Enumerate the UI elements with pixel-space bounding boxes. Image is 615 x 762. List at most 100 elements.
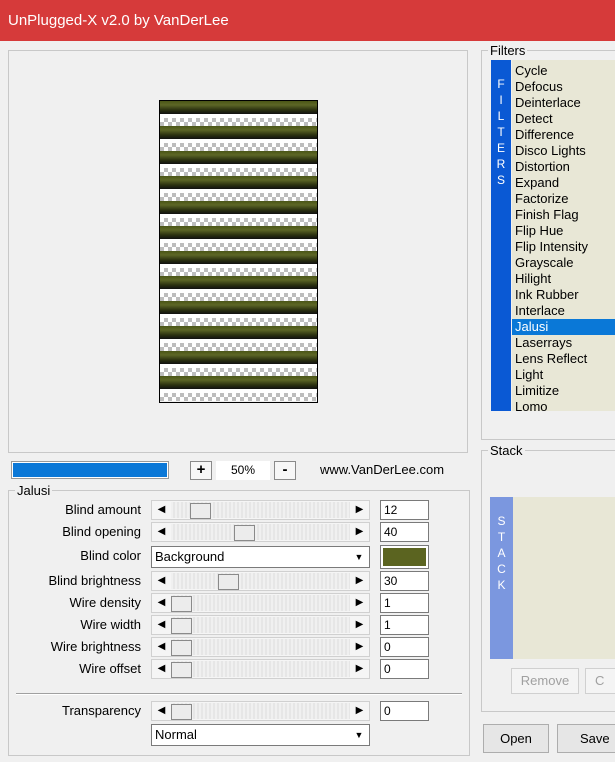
arrow-left-icon[interactable]: ◀: [153, 703, 170, 719]
slider-thumb[interactable]: [171, 662, 192, 678]
zoom-in-button[interactable]: +: [190, 461, 212, 480]
slider-thumb[interactable]: [171, 640, 192, 656]
slider-track[interactable]: [171, 617, 350, 634]
transparency-slider[interactable]: ◀ ▶: [151, 701, 370, 721]
blind-color-swatch[interactable]: [380, 545, 429, 569]
wire-brightness-slider[interactable]: ◀ ▶: [151, 637, 370, 657]
arrow-left-icon[interactable]: ◀: [153, 617, 170, 633]
arrow-right-icon[interactable]: ▶: [351, 661, 368, 677]
slider-thumb[interactable]: [171, 704, 192, 720]
slider-track[interactable]: [171, 703, 350, 720]
remove-button[interactable]: Remove: [511, 668, 579, 694]
filter-item[interactable]: Finish Flag: [512, 207, 615, 223]
filter-item[interactable]: Flip Hue: [512, 223, 615, 239]
blind-amount-input[interactable]: 12: [380, 500, 429, 520]
preview-stripe: [160, 201, 317, 226]
slider-track[interactable]: [171, 661, 350, 678]
filter-item[interactable]: Light: [512, 367, 615, 383]
arrow-left-icon[interactable]: ◀: [153, 502, 170, 518]
filter-item[interactable]: Distortion: [512, 159, 615, 175]
slider-thumb[interactable]: [218, 574, 239, 590]
transparency-input[interactable]: 0: [380, 701, 429, 721]
filter-item[interactable]: Lens Reflect: [512, 351, 615, 367]
slider-track[interactable]: [171, 502, 350, 519]
filter-item[interactable]: Grayscale: [512, 255, 615, 271]
preview-stripe: [160, 126, 317, 151]
blind-color-dropdown[interactable]: Background ▼: [151, 546, 370, 568]
stack-side-letter: T: [497, 530, 506, 544]
arrow-right-icon[interactable]: ▶: [351, 703, 368, 719]
filter-item[interactable]: Lomo: [512, 399, 615, 411]
arrow-left-icon[interactable]: ◀: [153, 595, 170, 611]
filter-item[interactable]: Flip Intensity: [512, 239, 615, 255]
stack-list[interactable]: [513, 497, 615, 659]
preview-stripe: [160, 326, 317, 351]
slider-track[interactable]: [171, 639, 350, 656]
filter-item[interactable]: Detect: [512, 111, 615, 127]
arrow-left-icon[interactable]: ◀: [153, 661, 170, 677]
blind-opening-input[interactable]: 40: [380, 522, 429, 542]
wire-brightness-input[interactable]: 0: [380, 637, 429, 657]
stack-side-letter: A: [497, 546, 506, 560]
save-button[interactable]: Save: [557, 724, 615, 753]
blind-brightness-input[interactable]: 30: [380, 571, 429, 591]
arrow-right-icon[interactable]: ▶: [351, 639, 368, 655]
filter-item[interactable]: Interlace: [512, 303, 615, 319]
slider-thumb[interactable]: [171, 618, 192, 634]
stack-side-letter: S: [497, 514, 506, 528]
website-link[interactable]: www.VanDerLee.com: [320, 462, 444, 477]
wire-offset-label: Wire offset: [79, 661, 141, 676]
arrow-right-icon[interactable]: ▶: [351, 502, 368, 518]
filter-item[interactable]: Jalusi: [512, 319, 615, 335]
filter-item[interactable]: Difference: [512, 127, 615, 143]
window-title: UnPlugged-X v2.0 by VanDerLee: [8, 12, 229, 29]
stack-title: Stack: [488, 443, 525, 458]
filters-list[interactable]: Cycle Defocus Deinterlace Detect Difference D…: [512, 60, 615, 411]
arrow-left-icon[interactable]: ◀: [153, 524, 170, 540]
arrow-left-icon[interactable]: ◀: [153, 573, 170, 589]
wire-density-slider[interactable]: ◀ ▶: [151, 593, 370, 613]
slider-thumb[interactable]: [234, 525, 255, 541]
filter-item[interactable]: Disco Lights: [512, 143, 615, 159]
slider-thumb[interactable]: [171, 596, 192, 612]
filter-item[interactable]: Ink Rubber: [512, 287, 615, 303]
slider-track[interactable]: [171, 595, 350, 612]
wire-offset-slider[interactable]: ◀ ▶: [151, 659, 370, 679]
slider-track[interactable]: [171, 573, 350, 590]
preview-stripe: [160, 301, 317, 326]
arrow-right-icon[interactable]: ▶: [351, 595, 368, 611]
blind-amount-slider[interactable]: ◀ ▶: [151, 500, 370, 520]
wire-offset-input[interactable]: 0: [380, 659, 429, 679]
wire-density-input[interactable]: 1: [380, 593, 429, 613]
blind-opening-slider[interactable]: ◀ ▶: [151, 522, 370, 542]
filter-item[interactable]: Defocus: [512, 79, 615, 95]
blind-brightness-slider[interactable]: ◀ ▶: [151, 571, 370, 591]
swatch-fill: [383, 548, 426, 566]
filter-item[interactable]: Hilight: [512, 271, 615, 287]
filter-item[interactable]: Factorize: [512, 191, 615, 207]
blind-opening-label: Blind opening: [62, 524, 141, 539]
chevron-down-icon: ▼: [354, 552, 364, 562]
arrow-right-icon[interactable]: ▶: [351, 524, 368, 540]
filter-item[interactable]: Expand: [512, 175, 615, 191]
filter-item[interactable]: Laserrays: [512, 335, 615, 351]
clear-stack-button[interactable]: C: [585, 668, 615, 694]
filters-side-label: FILTERS: [491, 60, 511, 411]
open-button[interactable]: Open: [483, 724, 549, 753]
stack-side-letter: K: [497, 578, 506, 592]
zoom-out-button[interactable]: -: [274, 461, 296, 480]
arrow-right-icon[interactable]: ▶: [351, 573, 368, 589]
blend-mode-dropdown[interactable]: Normal ▼: [151, 724, 370, 746]
arrow-left-icon[interactable]: ◀: [153, 639, 170, 655]
filter-item[interactable]: Cycle: [512, 63, 615, 79]
arrow-right-icon[interactable]: ▶: [351, 617, 368, 633]
blind-brightness-label: Blind brightness: [48, 573, 142, 588]
filter-item[interactable]: Deinterlace: [512, 95, 615, 111]
wire-width-slider[interactable]: ◀ ▶: [151, 615, 370, 635]
slider-track[interactable]: [171, 524, 350, 541]
zoom-level: 50%: [216, 461, 270, 480]
slider-thumb[interactable]: [190, 503, 211, 519]
preview-panel[interactable]: [8, 50, 468, 453]
wire-width-input[interactable]: 1: [380, 615, 429, 635]
filter-item[interactable]: Limitize: [512, 383, 615, 399]
